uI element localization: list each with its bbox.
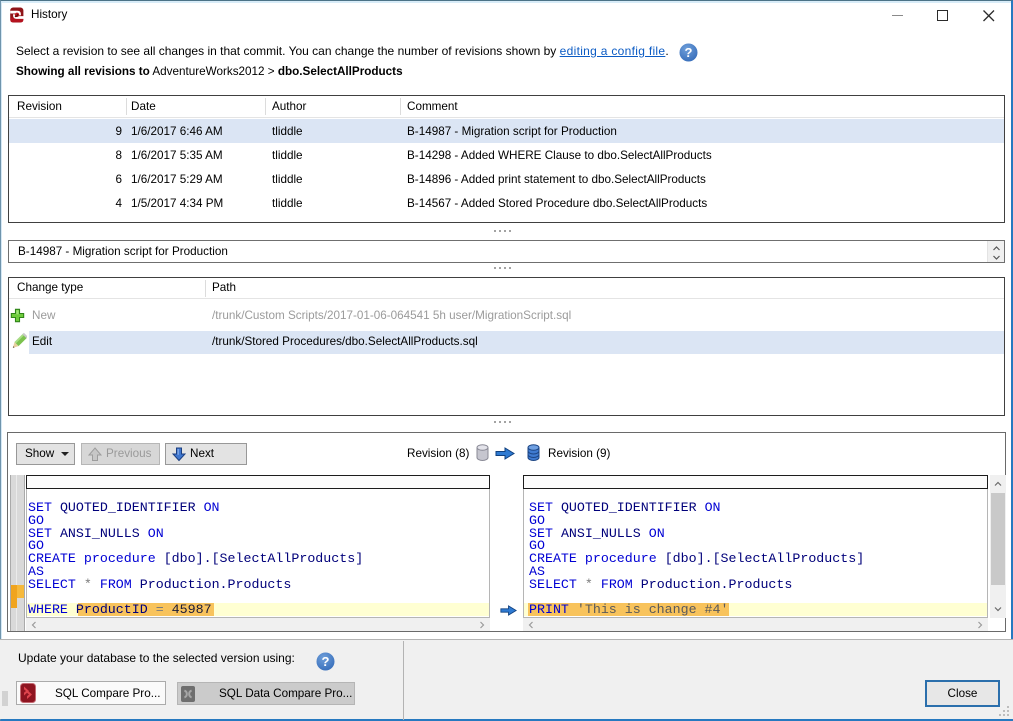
svg-text:?: ?	[685, 45, 693, 60]
svg-text:?: ?	[322, 654, 330, 669]
